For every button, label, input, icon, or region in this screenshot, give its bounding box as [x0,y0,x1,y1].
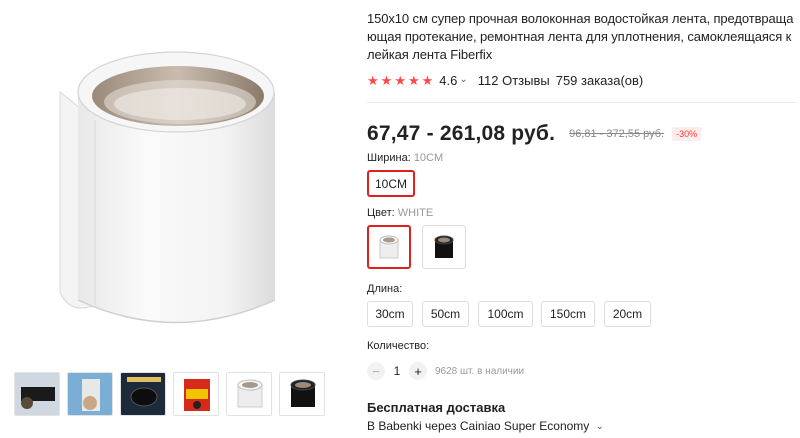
length-option-150cm[interactable]: 150cm [541,301,595,327]
color-option-white[interactable] [367,225,411,269]
length-label: Длина: [367,283,403,295]
quantity-decrease-button[interactable]: − [367,362,385,380]
main-product-image[interactable] [0,0,345,360]
thumbnail-pipe-repair[interactable] [67,372,113,416]
length-option-20cm[interactable]: 20cm [604,301,651,327]
length-option-100cm[interactable]: 100cm [478,301,533,327]
black-tape-repair-icon [15,373,59,415]
shipping-detail-text: В Babenki через Cainiao Super Economy [367,419,590,433]
quantity-label: Количество: [367,340,430,352]
white-tape-roll-image [59,51,276,324]
color-label: Цвет: WHITE [367,207,433,219]
color-option-black[interactable] [422,225,466,269]
chevron-down-icon[interactable]: ⌄ [596,421,604,432]
thumbnail-black-roll-box[interactable] [120,372,166,416]
quantity-stepper: − 1 + 9628 шт. в наличии [367,361,524,381]
white-roll-icon [227,373,271,415]
white-tape-icon [379,235,399,259]
thumbnail-package[interactable] [173,372,219,416]
width-selected-value: 10CM [413,152,444,164]
quantity-increase-button[interactable]: + [409,362,427,380]
shipping-title: Бесплатная доставка [367,400,506,415]
length-option-50cm[interactable]: 50cm [422,301,469,327]
color-label-text: Цвет: [367,207,395,219]
thumbnail-black-roll[interactable] [279,372,325,416]
package-icon [174,373,218,415]
product-options: Ширина: 10CM 10CM Цвет: WHITE Длина: 30c… [367,0,797,438]
color-selected-value: WHITE [397,207,434,219]
width-label-text: Ширина: [367,152,411,164]
thumbnail-white-roll[interactable] [226,372,272,416]
thumbnail-strip [14,372,325,416]
width-label: Ширина: 10CM [367,152,443,164]
quantity-input[interactable]: 1 [385,364,409,378]
length-option-30cm[interactable]: 30cm [367,301,413,327]
shipping-detail[interactable]: В Babenki через Cainiao Super Economy ⌄ [367,419,614,433]
black-roll-icon [280,373,324,415]
thumbnail-black-tape-repair[interactable] [14,372,60,416]
black-roll-box-icon [121,373,165,415]
black-tape-icon [434,235,454,258]
pipe-repair-icon [68,373,112,415]
width-option-10cm[interactable]: 10CM [367,170,415,197]
stock-info: 9628 шт. в наличии [435,365,525,377]
